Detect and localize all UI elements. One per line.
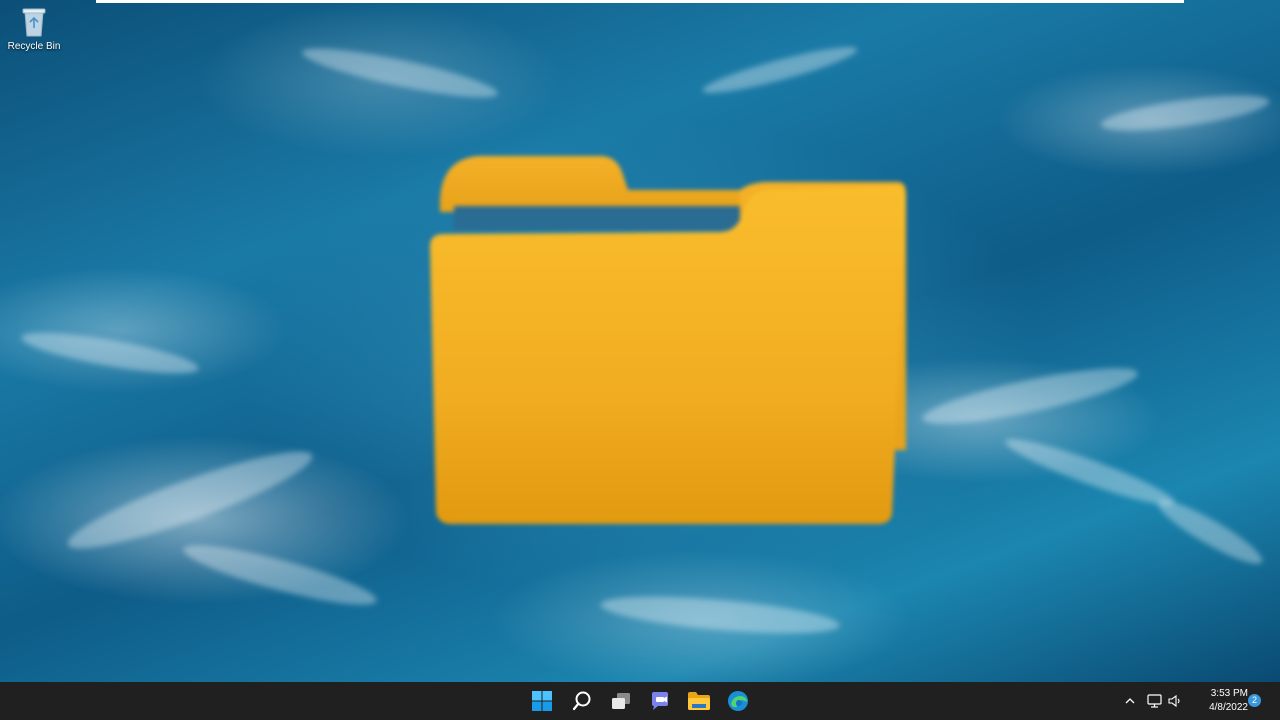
teams-chat-icon[interactable]	[648, 689, 672, 713]
folder-icon	[420, 150, 910, 530]
file-explorer-icon[interactable]	[687, 689, 711, 713]
volume-icon[interactable]	[1166, 689, 1184, 713]
clock-date: 4/8/2022	[1209, 702, 1248, 713]
search-icon[interactable]	[570, 689, 594, 713]
chevron-up-icon[interactable]	[1122, 689, 1138, 713]
network-icon[interactable]	[1146, 689, 1164, 713]
recycle-bin-shortcut[interactable]: Recycle Bin	[4, 6, 64, 52]
taskbar: 3:53 PM 4/8/2022	[0, 682, 1280, 720]
desktop[interactable]: Recycle Bin	[0, 0, 1280, 682]
task-view-icon[interactable]	[609, 689, 633, 713]
clock-time: 3:53 PM	[1210, 688, 1248, 699]
windows-start-icon[interactable]	[530, 689, 554, 713]
recycle-bin-icon	[19, 6, 49, 38]
notification-count-badge[interactable]: 2	[1248, 694, 1261, 707]
top-window-edge	[96, 0, 1184, 3]
edge-browser-icon[interactable]	[726, 689, 750, 713]
recycle-bin-label: Recycle Bin	[7, 41, 61, 52]
taskbar-clock[interactable]: 3:53 PM 4/8/2022	[1192, 687, 1248, 715]
